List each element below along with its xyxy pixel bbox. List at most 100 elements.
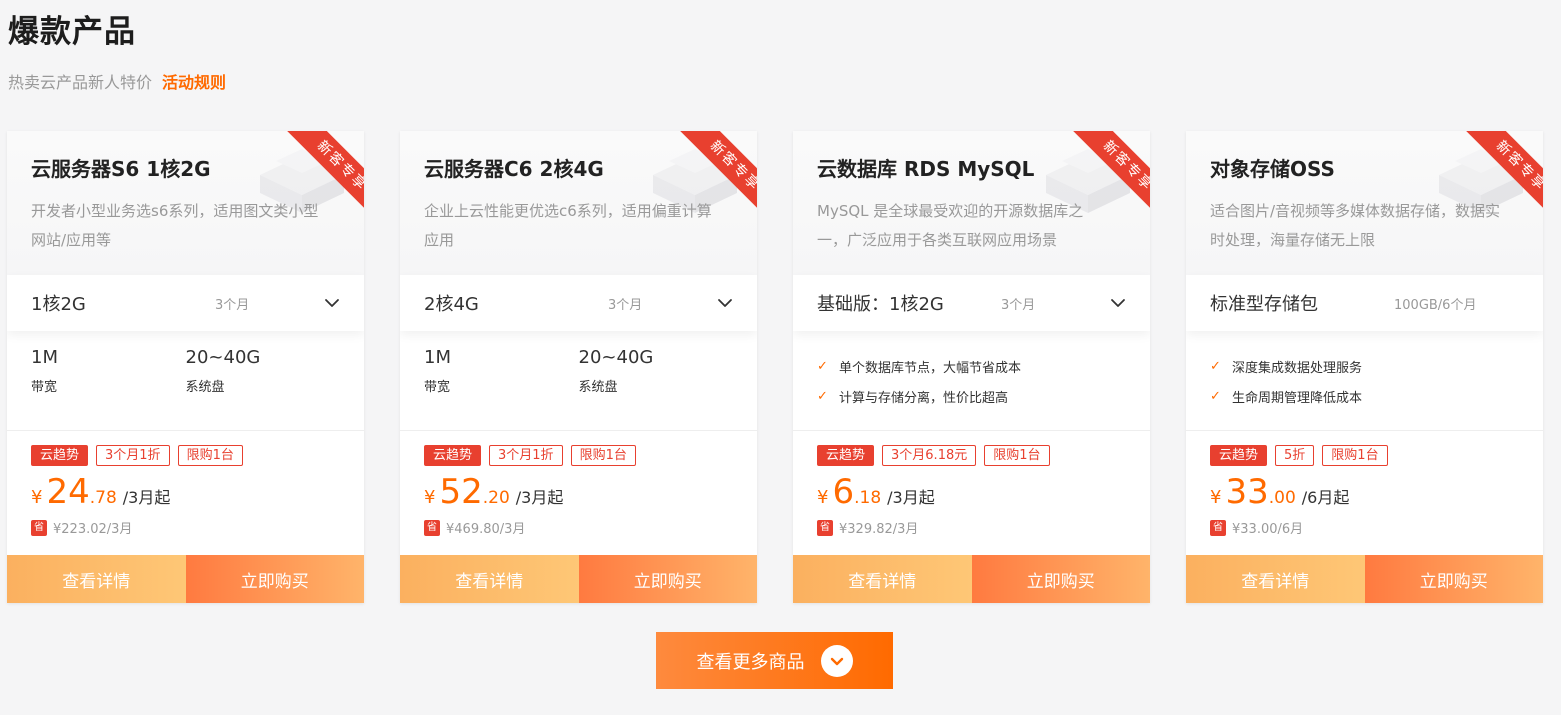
card-header: 新客专享 云服务器C6 2核4G 企业上云性能更优选c6系列，适用偏重计算应用	[400, 131, 757, 275]
original-price-text: ¥223.02/3月	[53, 522, 133, 537]
card-actions: 查看详情 立即购买	[793, 555, 1150, 603]
promo-tags: 云趋势 3个月1折 限购1台	[424, 445, 733, 466]
view-more-label: 查看更多商品	[696, 651, 805, 673]
spec-select[interactable]: 基础版：1核2G 3个月	[793, 275, 1150, 331]
stat-value: 20~40G	[185, 347, 261, 368]
spec-value: 基础版：1核2G	[817, 294, 944, 315]
feature-item: ✓ 计算与存储分离，性价比超高	[817, 381, 1126, 411]
page-title: 爆款产品	[8, 14, 136, 50]
promo-tag: 云趋势	[31, 445, 89, 466]
currency-symbol: ¥	[31, 487, 43, 508]
original-price: 省 ¥33.00/6月	[1210, 518, 1519, 537]
ribbon-label: 新客专享	[1065, 131, 1150, 229]
price-integer: 33	[1225, 472, 1269, 512]
spec-duration: 3个月	[215, 297, 250, 313]
feature-section: ✓ 深度集成数据处理服务 ✓ 生命周期管理降低成本	[1186, 331, 1543, 431]
ribbon-label: 新客专享	[279, 131, 364, 229]
savings-icon: 省	[1210, 519, 1226, 536]
promo-tag: 限购1台	[984, 445, 1050, 466]
price-section: 云趋势 3个月6.18元 限购1台 ¥6.18/3月起省 ¥329.82/3月	[793, 431, 1150, 553]
card-header: 新客专享 云服务器S6 1核2G 开发者小型业务选s6系列，适用图文类小型网站/应用…	[7, 131, 364, 275]
original-price-text: ¥33.00/6月	[1232, 522, 1304, 537]
stat-value: 1M	[424, 347, 451, 368]
card-actions: 查看详情 立即购买	[7, 555, 364, 603]
current-price: ¥6.18/3月起	[817, 472, 1126, 512]
spec-select[interactable]: 2核4G 3个月	[400, 275, 757, 331]
current-price: ¥24.78/3月起	[31, 472, 340, 512]
product-card: 新客专享 对象存储OSS 适合图片/音视频等多媒体数据存储，数据实时处理，海量存储无…	[1186, 131, 1543, 603]
spec-select[interactable]: 标准型存储包 100GB/6个月	[1186, 275, 1543, 331]
spec-stat: 20~40G 系统盘	[579, 347, 734, 395]
original-price: 省 ¥329.82/3月	[817, 518, 1126, 537]
currency-symbol: ¥	[817, 487, 829, 508]
activity-rules-link[interactable]: 活动规则	[162, 69, 226, 93]
view-details-button[interactable]: 查看详情	[400, 555, 579, 603]
promo-tags: 云趋势 3个月6.18元 限购1台	[817, 445, 1126, 466]
product-card: 新客专享 云数据库 RDS MySQL MySQL 是全球最受欢迎的开源数据库之一，…	[793, 131, 1150, 603]
price-decimal: .18	[854, 488, 882, 508]
chevron-down-icon	[325, 299, 339, 307]
price-unit: /3月起	[887, 488, 935, 507]
promo-tag: 5折	[1275, 445, 1315, 466]
page-subtitle: 热卖云产品新人特价 活动规则	[8, 69, 226, 93]
spec-stat: 20~40G 系统盘	[186, 347, 341, 395]
check-icon: ✓	[1210, 388, 1221, 404]
spec-value: 2核4G	[424, 294, 479, 315]
promo-tag: 云趋势	[817, 445, 875, 466]
spec-duration: 100GB/6个月	[1394, 297, 1477, 313]
spec-stats: 1M 带宽 20~40G 系统盘	[31, 347, 340, 395]
promo-tag: 限购1台	[177, 445, 243, 466]
promo-tag: 限购1台	[570, 445, 636, 466]
chevron-down-icon	[718, 299, 732, 307]
product-card-list: 新客专享 云服务器S6 1核2G 开发者小型业务选s6系列，适用图文类小型网站/应用…	[7, 131, 1543, 603]
feature-item: ✓ 单个数据库节点，大幅节省成本	[817, 351, 1126, 381]
view-details-button[interactable]: 查看详情	[7, 555, 186, 603]
price-section: 云趋势 3个月1折 限购1台 ¥52.20/3月起省 ¥469.80/3月	[400, 431, 757, 553]
view-details-button[interactable]: 查看详情	[1186, 555, 1365, 603]
buy-now-button[interactable]: 立即购买	[185, 555, 364, 603]
current-price: ¥52.20/3月起	[424, 472, 733, 512]
original-price: 省 ¥223.02/3月	[31, 518, 340, 537]
feature-section: ✓ 单个数据库节点，大幅节省成本 ✓ 计算与存储分离，性价比超高	[793, 331, 1150, 431]
product-card: 新客专享 云服务器S6 1核2G 开发者小型业务选s6系列，适用图文类小型网站/应用…	[7, 131, 364, 603]
promo-tag: 云趋势	[424, 445, 482, 466]
feature-checklist: ✓ 深度集成数据处理服务 ✓ 生命周期管理降低成本	[1210, 351, 1519, 411]
spec-value: 1核2G	[31, 294, 86, 315]
subtitle-text: 热卖云产品新人特价	[8, 73, 153, 92]
stat-value: 20~40G	[578, 347, 654, 368]
price-unit: /3月起	[515, 488, 564, 507]
price-integer: 24	[46, 472, 90, 512]
view-details-button[interactable]: 查看详情	[793, 555, 972, 603]
check-icon: ✓	[817, 388, 828, 404]
spec-stat: 1M 带宽	[424, 347, 579, 395]
new-customer-ribbon: 新客专享	[1442, 131, 1543, 232]
chevron-down-circle-icon	[820, 644, 853, 677]
card-header: 新客专享 云数据库 RDS MySQL MySQL 是全球最受欢迎的开源数据库之一，…	[793, 131, 1150, 275]
check-icon: ✓	[817, 358, 828, 374]
promo-tag: 3个月1折	[96, 445, 170, 466]
spec-select[interactable]: 1核2G 3个月	[7, 275, 364, 331]
new-customer-ribbon: 新客专享	[1049, 131, 1150, 232]
price-unit: /3月起	[122, 488, 171, 507]
feature-item: ✓ 生命周期管理降低成本	[1210, 381, 1519, 411]
spec-stat: 1M 带宽	[31, 347, 186, 395]
feature-section: 1M 带宽 20~40G 系统盘	[7, 331, 364, 431]
price-unit: /6月起	[1301, 488, 1350, 507]
price-integer: 52	[439, 472, 483, 512]
buy-now-button[interactable]: 立即购买	[578, 555, 757, 603]
stat-label: 系统盘	[578, 380, 618, 395]
currency-symbol: ¥	[1210, 487, 1222, 508]
original-price-text: ¥469.80/3月	[446, 522, 526, 537]
check-icon: ✓	[1210, 358, 1221, 374]
view-more-products-button[interactable]: 查看更多商品	[656, 632, 893, 689]
ribbon-label: 新客专享	[1458, 131, 1543, 229]
promo-tags: 云趋势 3个月1折 限购1台	[31, 445, 340, 466]
currency-symbol: ¥	[424, 487, 436, 508]
card-actions: 查看详情 立即购买	[400, 555, 757, 603]
feature-text: 生命周期管理降低成本	[1232, 390, 1363, 406]
buy-now-button[interactable]: 立即购买	[971, 555, 1150, 603]
buy-now-button[interactable]: 立即购买	[1364, 555, 1543, 603]
card-header: 新客专享 对象存储OSS 适合图片/音视频等多媒体数据存储，数据实时处理，海量存储无…	[1186, 131, 1543, 275]
price-decimal: .78	[89, 488, 117, 508]
promo-tag: 3个月6.18元	[882, 445, 977, 466]
